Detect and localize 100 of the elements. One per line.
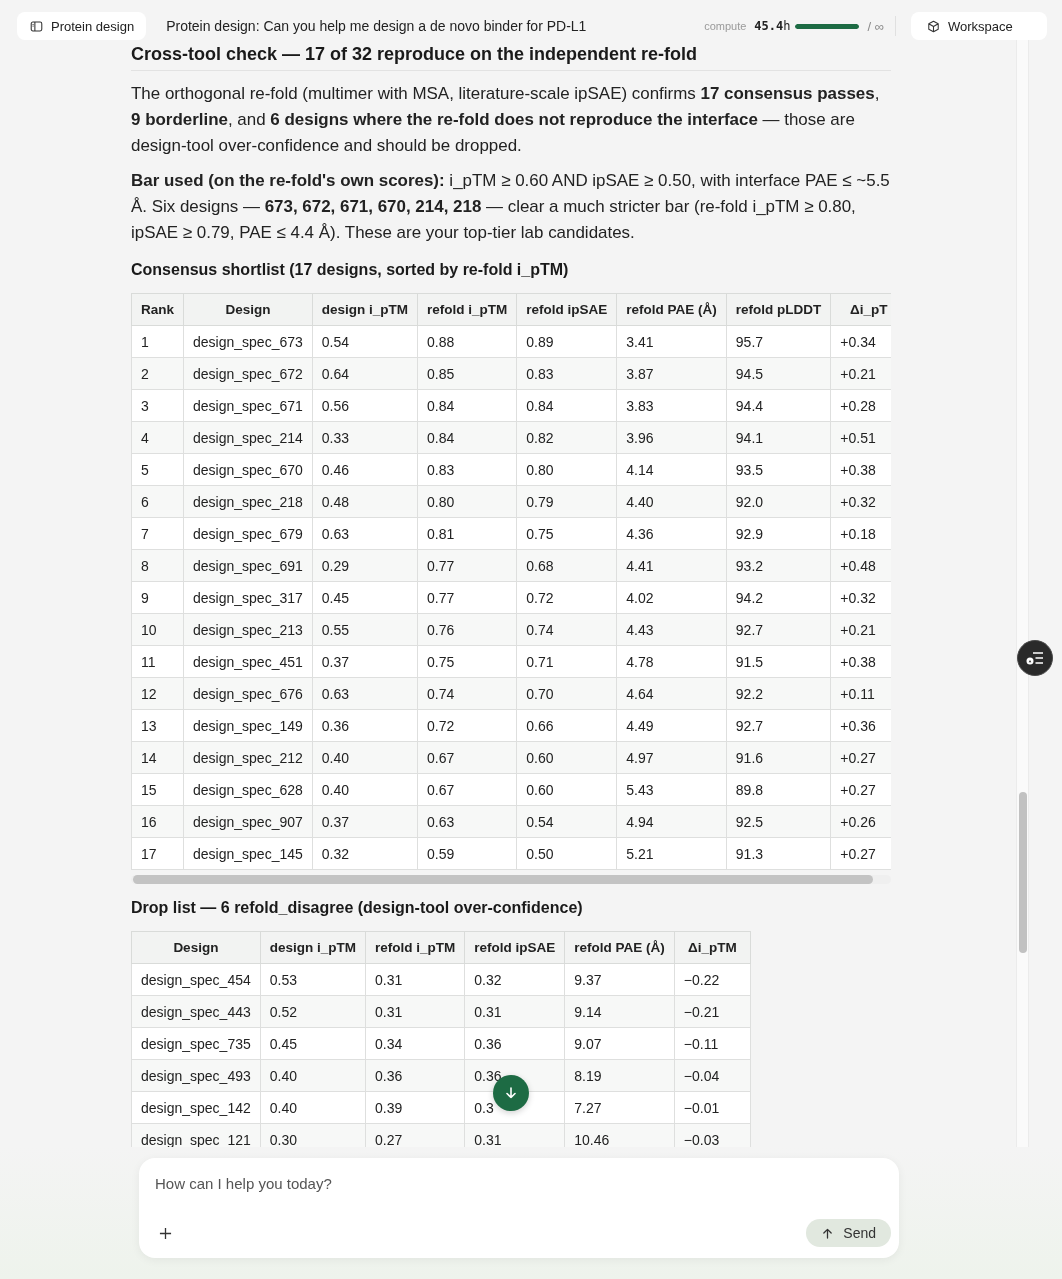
table-cell: 9.37: [564, 963, 675, 996]
column-header: Δi_pTM: [674, 931, 751, 964]
table-cell: 0.40: [260, 1059, 366, 1092]
table-cell: +0.21: [830, 613, 891, 646]
table-cell: 0.45: [312, 581, 418, 614]
table-cell: +0.38: [830, 645, 891, 678]
table-cell: 0.84: [417, 389, 517, 422]
table-cell: 4.14: [616, 453, 727, 486]
table-cell: 0.81: [417, 517, 517, 550]
table-cell: 0.40: [312, 773, 418, 806]
table-cell: design_spec_317: [183, 581, 313, 614]
column-header: design i_pTM: [312, 293, 418, 326]
table-cell: 0.48: [312, 485, 418, 518]
table-cell: +0.34: [830, 325, 891, 358]
table-cell: 0.31: [464, 1123, 565, 1147]
table-cell: design_spec_691: [183, 549, 313, 582]
table-cell: +0.51: [830, 421, 891, 454]
table-cell: 91.5: [726, 645, 831, 678]
table-cell: −0.22: [674, 963, 751, 996]
table-cell: 0.60: [516, 741, 617, 774]
table-cell: +0.48: [830, 549, 891, 582]
table-cell: 92.9: [726, 517, 831, 550]
table-cell: 0.68: [516, 549, 617, 582]
table-cell: 94.1: [726, 421, 831, 454]
table-cell: 0.74: [516, 613, 617, 646]
table-cell: −0.04: [674, 1059, 751, 1092]
table-cell: 0.45: [260, 1027, 366, 1060]
arrow-up-icon: [822, 1227, 834, 1239]
table-cell: 0.46: [312, 453, 418, 486]
table-cell: 95.7: [726, 325, 831, 358]
table-cell: 94.5: [726, 357, 831, 390]
table-cell: 9.14: [564, 995, 675, 1028]
table-cell: 92.7: [726, 709, 831, 742]
table-cell: 9.07: [564, 1027, 675, 1060]
table-cell: 0.66: [516, 709, 617, 742]
table-cell: 0.76: [417, 613, 517, 646]
paragraph: Bar used (on the re-fold's own scores): i_pTM ≥ 0.60 AND ipSAE ≥ 0.50, with interface PAE ≤ ~5.5 Å. Six designs — 673, 672, 671, 670, 214, 218 — clear a much stricter bar (re-fold i_pTM ≥ 0.80, ipSAE ≥ 0.79, PAE ≤ 4.4 Å). These are your top-tier lab candidates.: [131, 170, 891, 244]
table-cell: 94.2: [726, 581, 831, 614]
table-cell: 5.21: [616, 837, 727, 870]
workspace-button[interactable]: Workspace: [911, 12, 1047, 40]
paragraph: The orthogonal re-fold (multimer with MSA, literature-scale ipSAE) confirms 17 consensus passes, 9 borderline, and 6 designs where the re-fold does not reproduce the interface — those are design-tool over-confidence and should be dropped.: [131, 83, 881, 157]
table-cell: +0.36: [830, 709, 891, 742]
table-cell: design_spec_212: [183, 741, 313, 774]
table-cell: 0.67: [417, 741, 517, 774]
table-cell: design_spec_145: [183, 837, 313, 870]
list-button[interactable]: [1017, 640, 1053, 676]
table-cell: 91.3: [726, 837, 831, 870]
project-button[interactable]: Protein design: [17, 12, 147, 40]
sidebar-icon: [30, 19, 43, 33]
table-cell: 0.52: [260, 995, 366, 1028]
table-cell: 4.43: [616, 613, 727, 646]
table-cell: 0.54: [312, 325, 418, 358]
column-header: Design: [131, 931, 261, 964]
table-cell: 93.5: [726, 453, 831, 486]
table-cell: 4.64: [616, 677, 727, 710]
table-cell: 0.67: [417, 773, 517, 806]
table-cell: 93.2: [726, 549, 831, 582]
table-cell: 9: [131, 581, 184, 614]
column-header: Rank: [131, 293, 184, 326]
send-button[interactable]: Send: [806, 1219, 891, 1247]
table-cell: +0.38: [830, 453, 891, 486]
table-cell: 0.32: [464, 963, 565, 996]
table-cell: design_spec_121: [131, 1123, 261, 1147]
table-cell: design_spec_142: [131, 1091, 261, 1124]
table-cell: 0.37: [312, 805, 418, 838]
table-cell: 4.78: [616, 645, 727, 678]
table-cell: 16: [131, 805, 184, 838]
table-cell: 17: [131, 837, 184, 870]
table-cell: design_spec_218: [183, 485, 313, 518]
column-header: refold i_pTM: [365, 931, 465, 964]
table-cell: 0.32: [312, 837, 418, 870]
table-cell: 15: [131, 773, 184, 806]
column-header: refold i_pTM: [417, 293, 517, 326]
table-cell: 4.41: [616, 549, 727, 582]
table-cell: 0.77: [417, 581, 517, 614]
table-cell: 7: [131, 517, 184, 550]
table-cell: 0.55: [312, 613, 418, 646]
table-cell: 14: [131, 741, 184, 774]
table-cell: −0.01: [674, 1091, 751, 1124]
table-cell: 4.36: [616, 517, 727, 550]
table-cell: 5: [131, 453, 184, 486]
table-cell: design_spec_443: [131, 995, 261, 1028]
table-cell: +0.11: [830, 677, 891, 710]
table-cell: 4.49: [616, 709, 727, 742]
table-cell: 0.60: [516, 773, 617, 806]
compute-value: 45.4h: [754, 19, 791, 33]
message-input[interactable]: How can I help you today?: [155, 1172, 891, 1194]
table-cell: 0.30: [260, 1123, 366, 1147]
table-cell: 0.83: [516, 357, 617, 390]
table-cell: 1: [131, 325, 184, 358]
table-cell: design_spec_679: [183, 517, 313, 550]
table-cell: 0.29: [312, 549, 418, 582]
column-header: Design: [183, 293, 313, 326]
table-cell: 2: [131, 357, 184, 390]
scrollbar-thumb[interactable]: [1019, 792, 1027, 953]
table-cell: 13: [131, 709, 184, 742]
table-cell: 0.31: [464, 995, 565, 1028]
table-cell: 0.50: [516, 837, 617, 870]
table-cell: 0.75: [417, 645, 517, 678]
table-cell: 5.43: [616, 773, 727, 806]
